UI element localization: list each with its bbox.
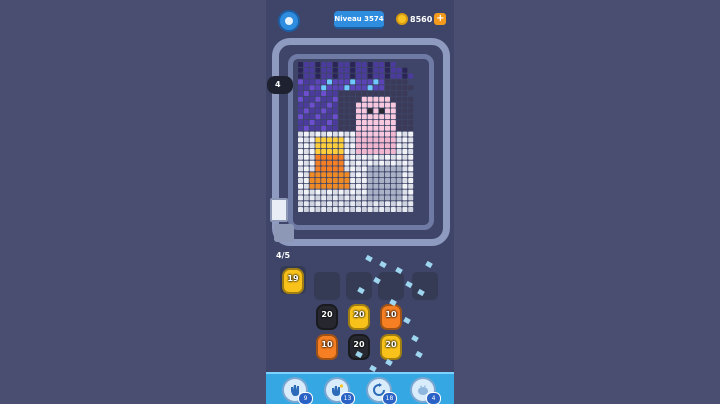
pig-ammo-count: 20 xyxy=(353,340,365,349)
pixel-art-puzzle[interactable] xyxy=(298,62,416,218)
slot-4[interactable] xyxy=(378,272,404,300)
coin-counter: 8560 + xyxy=(396,11,447,27)
conveyor-queue-stack xyxy=(270,198,288,222)
hand-icon[interactable]: 9 xyxy=(282,377,313,404)
level-badge: Niveau 3574 xyxy=(334,11,384,29)
pig-icon[interactable]: 4 xyxy=(410,377,441,404)
settings-gear-icon[interactable] xyxy=(278,10,300,32)
pig-ammo-count: 19 xyxy=(287,274,299,283)
booster-count-badge: 9 xyxy=(298,392,313,404)
coin-icon xyxy=(396,13,408,25)
ice-shard xyxy=(411,334,419,343)
pig-black[interactable]: 20 xyxy=(316,304,338,330)
game-screen: Niveau 3574 8560 + 4 4/5 19 20 20 10 10 … xyxy=(266,0,454,404)
bottom-toolbar: 9 13 18 4 xyxy=(266,372,454,404)
pig-ammo-count: 20 xyxy=(353,310,365,319)
ice-shard xyxy=(425,260,433,269)
pig-counter-badge: 4 xyxy=(267,76,293,94)
ice-shard xyxy=(379,260,387,269)
refresh-icon[interactable]: 18 xyxy=(366,377,397,404)
shuffle-hand-icon[interactable]: 13 xyxy=(324,377,355,404)
pig-ammo-count: 20 xyxy=(385,340,397,349)
pig-orange[interactable]: 10 xyxy=(380,304,402,330)
pig-yellow[interactable]: 20 xyxy=(380,334,402,360)
progress-counter: 4/5 xyxy=(276,251,291,260)
add-coins-button[interactable]: + xyxy=(434,13,447,25)
ice-shard xyxy=(415,350,423,359)
pig-ammo-count: 10 xyxy=(321,340,333,349)
pig-yellow-slot[interactable]: 19 xyxy=(282,268,304,294)
left-backdrop xyxy=(0,0,266,404)
ice-shard xyxy=(403,316,411,325)
coin-amount: 8560 xyxy=(410,14,433,24)
booster-count-badge: 4 xyxy=(426,392,441,404)
conveyor-entry-box xyxy=(274,224,294,242)
booster-count-badge: 18 xyxy=(382,392,397,404)
slot-2[interactable] xyxy=(314,272,340,300)
pig-orange[interactable]: 10 xyxy=(316,334,338,360)
gear-center xyxy=(285,17,293,25)
ice-shard xyxy=(365,254,373,263)
pig-ammo-count: 20 xyxy=(321,310,333,319)
booster-count-badge: 13 xyxy=(340,392,355,404)
right-backdrop xyxy=(454,0,720,404)
pig-yellow[interactable]: 20 xyxy=(348,304,370,330)
slot-5[interactable] xyxy=(412,272,438,300)
pig-ammo-count: 10 xyxy=(385,310,397,319)
